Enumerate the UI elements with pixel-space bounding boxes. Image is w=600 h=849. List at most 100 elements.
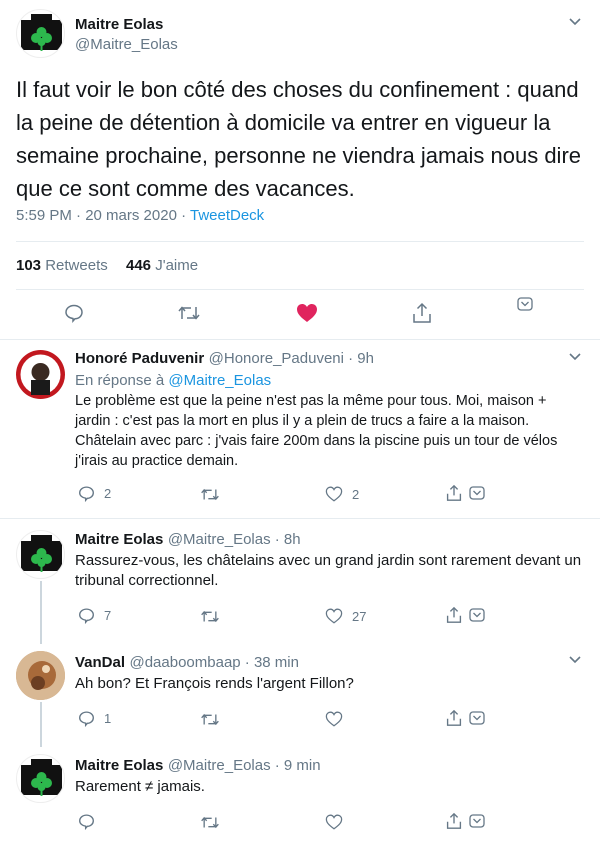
- reply-count: 2: [104, 486, 112, 501]
- reply1-share-button[interactable]: [446, 484, 462, 502]
- main-author-name[interactable]: Maitre Eolas: [75, 16, 163, 33]
- reply2-reply-button[interactable]: 7: [78, 607, 111, 624]
- main-tweet-timestamp: 5:59 PM · 20 mars 2020 · TweetDeck: [16, 207, 264, 224]
- share-icon: [446, 606, 462, 623]
- share-icon: [446, 484, 462, 501]
- reply1-avatar[interactable]: [16, 350, 65, 399]
- reply-icon: [79, 486, 94, 502]
- reply4-retweet-button[interactable]: [200, 814, 220, 831]
- reply1-in-reply-to: En réponse à @Maitre_Eolas: [75, 372, 271, 389]
- like-count: 27: [352, 608, 367, 624]
- reply3-retweet-button[interactable]: [200, 711, 220, 728]
- divider: [16, 289, 584, 290]
- heart-icon: [325, 814, 343, 830]
- thread-line: [40, 702, 42, 747]
- reply2-avatar[interactable]: [16, 530, 65, 579]
- likes-count: 446: [126, 257, 152, 274]
- reply3-author-name[interactable]: VanDal: [75, 654, 125, 671]
- reply2-meta[interactable]: @Maitre_Eolas · 8h: [168, 531, 301, 548]
- reply4-author-name[interactable]: Maitre Eolas: [75, 757, 163, 774]
- reply-to-handle[interactable]: @Maitre_Eolas: [168, 372, 271, 389]
- clover-logo-icon: [21, 759, 62, 796]
- heart-icon: [325, 711, 343, 727]
- divider: [0, 518, 600, 519]
- main-author-avatar[interactable]: [16, 9, 65, 58]
- reply1-text: Le problème est que la peine n'est pas l…: [75, 393, 558, 469]
- main-tweet-text: Il faut voir le bon côté des choses du c…: [16, 77, 582, 201]
- reply2-text: Rassurez-vous, les châtelains avec un gr…: [75, 552, 582, 589]
- reply3-meta[interactable]: @daaboombaap · 38 min: [129, 654, 299, 671]
- heart-icon: [297, 304, 317, 322]
- reply4-reply-button[interactable]: [78, 813, 95, 830]
- chevron-down-icon[interactable]: [568, 655, 582, 665]
- reply-count: 1: [104, 711, 112, 726]
- reply-icon: [79, 814, 94, 830]
- reply4-meta[interactable]: @Maitre_Eolas · 9 min: [168, 757, 321, 774]
- like-count: 2: [352, 486, 360, 502]
- clover-logo-icon: [21, 535, 62, 572]
- reply-icon: [79, 711, 94, 727]
- reply-icon: [79, 608, 94, 624]
- reply4-avatar[interactable]: [16, 754, 65, 803]
- reply1-dismiss-button[interactable]: [469, 486, 485, 500]
- main-reply-button[interactable]: [64, 303, 84, 323]
- main-author-handle[interactable]: @Maitre_Eolas: [75, 36, 178, 53]
- heart-icon: [325, 608, 343, 624]
- reply3-header: VanDal @daaboombaap · 38 min: [75, 654, 299, 672]
- reply3-share-button[interactable]: [446, 709, 462, 727]
- share-icon: [413, 302, 431, 323]
- dismiss-icon: [469, 486, 485, 500]
- reply-count: 7: [104, 608, 112, 623]
- thread-line: [40, 581, 42, 644]
- retweets-label: Retweets: [45, 257, 108, 274]
- chevron-down-icon[interactable]: [568, 17, 582, 27]
- reply4-like-button[interactable]: [325, 814, 343, 830]
- retweet-icon: [201, 488, 219, 501]
- main-like-button[interactable]: [296, 303, 318, 323]
- dismiss-icon: [469, 711, 485, 725]
- reply3-text: Ah bon? Et François rends l'argent Fillo…: [75, 675, 354, 692]
- reply2-header: Maitre Eolas @Maitre_Eolas · 8h: [75, 531, 301, 549]
- reply-icon: [65, 304, 83, 323]
- main-dismiss-button[interactable]: [517, 297, 533, 311]
- reply2-author-name[interactable]: Maitre Eolas: [75, 531, 163, 548]
- reply4-text: Rarement ≠ jamais.: [75, 778, 205, 795]
- retweets-stat[interactable]: 103 Retweets: [16, 257, 108, 274]
- reply2-share-button[interactable]: [446, 606, 462, 624]
- likes-label: J'aime: [155, 257, 199, 274]
- reply1-meta[interactable]: @Honore_Paduveni · 9h: [209, 350, 374, 367]
- dismiss-icon: [469, 608, 485, 622]
- reply1-header: Honoré Paduvenir @Honore_Paduveni · 9h: [75, 350, 374, 368]
- reply2-like-button[interactable]: 27: [325, 608, 366, 624]
- reply3-reply-button[interactable]: 1: [78, 710, 111, 727]
- chevron-down-icon[interactable]: [568, 352, 582, 362]
- reply1-author-name[interactable]: Honoré Paduvenir: [75, 350, 204, 367]
- reply3-like-button[interactable]: [325, 711, 343, 727]
- photo-avatar-icon: [16, 651, 65, 700]
- retweet-icon: [178, 306, 200, 320]
- dismiss-icon: [517, 297, 533, 311]
- main-share-button[interactable]: [412, 302, 432, 324]
- share-icon: [446, 709, 462, 726]
- source-link[interactable]: TweetDeck: [190, 207, 264, 224]
- reply3-avatar[interactable]: [16, 651, 65, 700]
- timestamp-text[interactable]: 5:59 PM · 20 mars 2020 ·: [16, 207, 190, 224]
- retweet-icon: [201, 816, 219, 829]
- reply2-retweet-button[interactable]: [200, 608, 220, 625]
- dismiss-icon: [469, 814, 485, 828]
- reply1-like-button[interactable]: 2: [325, 486, 359, 502]
- reply3-dismiss-button[interactable]: [469, 711, 485, 725]
- retweets-count: 103: [16, 257, 42, 274]
- share-icon: [446, 812, 462, 829]
- retweet-icon: [201, 610, 219, 623]
- likes-stat[interactable]: 446 J'aime: [126, 257, 198, 274]
- reply4-share-button[interactable]: [446, 812, 462, 830]
- reply4-dismiss-button[interactable]: [469, 814, 485, 828]
- clover-logo-icon: [21, 14, 62, 51]
- reply1-reply-button[interactable]: 2: [78, 485, 111, 502]
- reply1-retweet-button[interactable]: [200, 486, 220, 503]
- reply-to-prefix: En réponse à: [75, 372, 169, 389]
- main-retweet-button[interactable]: [177, 303, 201, 323]
- reply2-dismiss-button[interactable]: [469, 608, 485, 622]
- heart-icon: [325, 486, 343, 502]
